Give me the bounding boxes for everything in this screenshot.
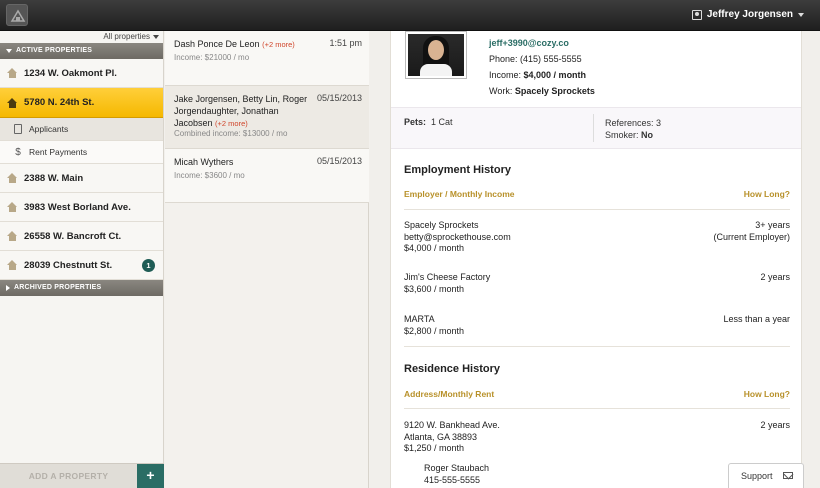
user-name: Jeffrey Jorgensen: [706, 9, 793, 20]
sidebar-property-bancroft[interactable]: 26558 W. Bancroft Ct.: [0, 222, 163, 251]
dollar-icon: $: [15, 146, 21, 158]
support-button[interactable]: Support: [728, 463, 804, 488]
residence-entry: 9120 W. Bankhead Ave. Atlanta, GA 38893 …: [404, 420, 790, 453]
house-icon: [7, 260, 18, 270]
notification-badge: 1: [142, 259, 155, 272]
sidebar-property-chestnutt[interactable]: 28039 Chestnutt St. 1: [0, 251, 163, 280]
smoker-value: No: [641, 130, 654, 140]
employment-history-title: Employment History: [404, 164, 511, 176]
house-icon: [7, 173, 18, 183]
pets-references-box: Pets: 1 Cat References: 3 Smoker: No: [391, 107, 801, 149]
applicant-date: 1:51 pm: [329, 38, 362, 48]
house-icon: [7, 231, 18, 241]
references-value: 3: [656, 118, 662, 128]
triangle-down-icon: [6, 49, 12, 53]
employment-entry: MARTA $2,800 / month Less than a year: [404, 314, 790, 336]
house-icon: [7, 68, 18, 78]
email-link[interactable]: jeff+3990@cozy.co: [489, 38, 569, 48]
archived-properties-header[interactable]: ARCHIVED PROPERTIES: [0, 280, 163, 296]
pets-value: 1 Cat: [431, 117, 453, 127]
sidebar-item-applicants[interactable]: Applicants: [0, 118, 163, 141]
applicant-photo: [405, 31, 467, 79]
applicant-name: Micah Wythers: [174, 157, 234, 167]
residence-reference: Roger Staubach 415-555-5555: [424, 463, 490, 485]
applicant-date: 05/15/2013: [316, 93, 362, 103]
employment-entry: Spacely Sprockets betty@sprockethouse.co…: [404, 220, 790, 253]
user-menu[interactable]: Jeffrey Jorgensen: [691, 9, 804, 20]
applicant-income: Income: $21000 / mo: [174, 53, 250, 62]
residence-history-title: Residence History: [404, 363, 500, 375]
work-value: Spacely Sprockets: [514, 86, 595, 96]
triangle-right-icon: [6, 285, 10, 291]
applicant-income: Income: $3600 / mo: [174, 171, 245, 180]
document-icon: [13, 124, 23, 134]
employment-entry: Jim's Cheese Factory $3,600 / month 2 ye…: [404, 272, 790, 294]
applicant-row[interactable]: Micah Wythers 05/15/2013 Income: $3600 /…: [165, 149, 369, 203]
income-value: $4,000 / month: [523, 70, 587, 80]
sidebar: All properties ACTIVE PROPERTIES 1234 W.…: [0, 31, 164, 488]
applicant-date: 05/15/2013: [316, 156, 362, 166]
house-icon: [7, 202, 18, 212]
applicant-list: Dash Ponce De Leon (+2 more) 1:51 pm Inc…: [165, 31, 369, 488]
app-logo-icon[interactable]: [6, 4, 28, 26]
employment-column-header: Employer / Monthly Income How Long?: [404, 189, 790, 199]
chevron-down-icon: [798, 12, 804, 17]
plus-icon[interactable]: +: [137, 464, 164, 488]
more-link[interactable]: (+2 more): [262, 40, 295, 49]
house-icon: [7, 97, 18, 108]
phone-value: (415) 555-5555: [520, 54, 582, 64]
applicant-row[interactable]: Dash Ponce De Leon (+2 more) 1:51 pm Inc…: [165, 31, 369, 86]
applicant-income: Combined income: $13000 / mo: [174, 129, 288, 138]
add-property-button[interactable]: ADD A PROPERTY: [0, 464, 137, 488]
applicant-detail: jeff+3990@cozy.co Phone: (415) 555-5555 …: [390, 31, 802, 488]
sidebar-property-24th[interactable]: 5780 N. 24th St.: [0, 88, 163, 118]
top-bar: Jeffrey Jorgensen: [0, 0, 820, 31]
add-property-bar: ADD A PROPERTY +: [0, 463, 164, 488]
applicant-row[interactable]: Jake Jorgensen, Betty Lin, Roger Jorgend…: [165, 86, 369, 149]
user-icon: [691, 9, 702, 20]
sidebar-property-oakmont[interactable]: 1234 W. Oakmont Pl.: [0, 59, 163, 88]
mail-icon: [783, 472, 793, 479]
applicant-name: Dash Ponce De Leon: [174, 39, 260, 49]
sidebar-property-borland[interactable]: 3983 West Borland Ave.: [0, 193, 163, 222]
contact-info: jeff+3990@cozy.co Phone: (415) 555-5555 …: [489, 38, 595, 96]
more-link[interactable]: (+2 more): [215, 119, 248, 128]
sidebar-item-rent-payments[interactable]: $ Rent Payments: [0, 141, 163, 164]
sidebar-property-main[interactable]: 2388 W. Main: [0, 164, 163, 193]
active-properties-header[interactable]: ACTIVE PROPERTIES: [0, 43, 163, 59]
property-filter[interactable]: All properties: [0, 31, 163, 43]
residence-column-header: Address/Monthly Rent How Long?: [404, 389, 790, 399]
chevron-down-icon: [153, 34, 159, 39]
